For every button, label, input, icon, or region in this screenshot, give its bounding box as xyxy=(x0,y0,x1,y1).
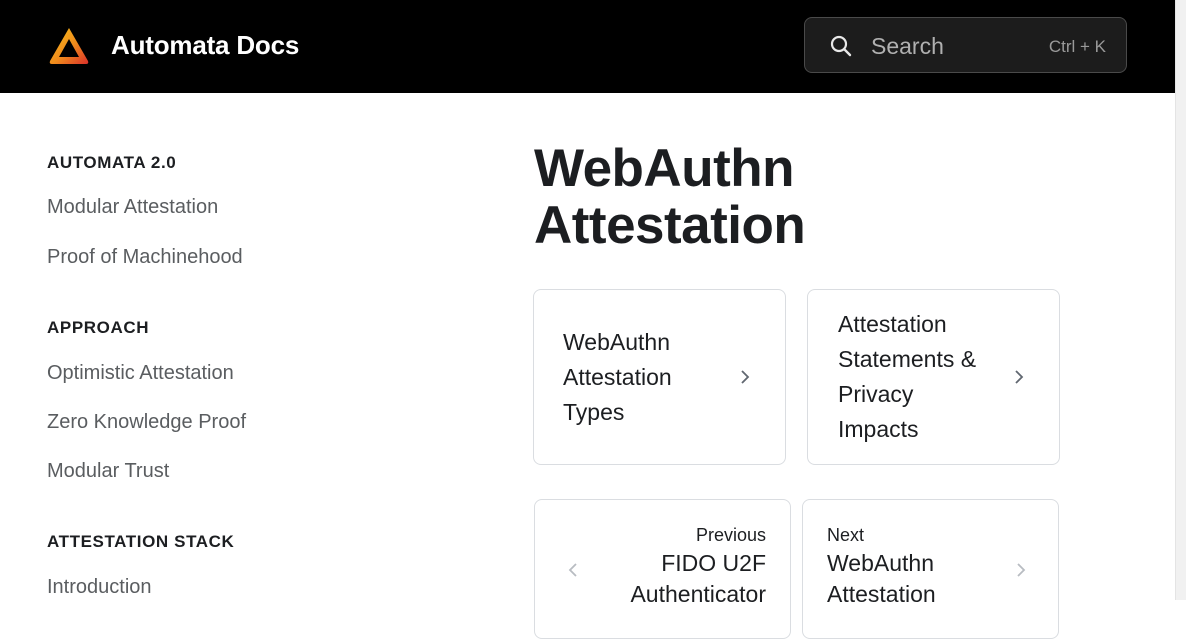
site-title[interactable]: Automata Docs xyxy=(111,28,299,62)
chevron-right-icon xyxy=(1015,370,1024,384)
chevron-right-icon xyxy=(1017,563,1026,577)
card-title-line: Types xyxy=(563,399,625,425)
pagination-title-line: Attestation xyxy=(827,581,936,607)
search-icon xyxy=(830,35,852,57)
search-placeholder: Search xyxy=(871,33,944,59)
sidebar-section-title: APPROACH xyxy=(47,318,150,337)
pagination-label: Next xyxy=(827,525,865,545)
pagination-title-line: FIDO U2F xyxy=(661,550,766,576)
automata-logo-icon[interactable] xyxy=(47,25,91,67)
search-shortcut-hint: Ctrl + K xyxy=(1048,37,1106,56)
doc-card-attestation-statements[interactable]: Attestation Statements & Privacy Impacts xyxy=(807,289,1060,465)
pagination-next-link[interactable]: Next WebAuthn Attestation xyxy=(802,499,1059,639)
sidebar-item-introduction[interactable]: Introduction xyxy=(47,575,152,599)
sidebar-item-proof-of-machinehood[interactable]: Proof of Machinehood xyxy=(47,245,243,269)
sidebar-item-modular-attestation[interactable]: Modular Attestation xyxy=(47,195,218,219)
doc-card-webauthn-attestation-types[interactable]: WebAuthn Attestation Types xyxy=(533,289,786,465)
sidebar-section-title: ATTESTATION STACK xyxy=(47,532,235,551)
page-title-line: Attestation xyxy=(534,196,806,255)
pagination-label: Previous xyxy=(695,525,766,545)
pagination-title: WebAuthn Attestation xyxy=(827,548,936,610)
sidebar-item-zero-knowledge-proof[interactable]: Zero Knowledge Proof xyxy=(47,410,246,434)
card-title-line: Attestation xyxy=(563,364,672,390)
chevron-left-icon xyxy=(568,563,577,577)
card-title: WebAuthn Attestation Types xyxy=(563,325,672,430)
pagination-title: FIDO U2F Authenticator xyxy=(630,548,766,610)
top-navbar: Automata Docs Search Ctrl + K xyxy=(0,0,1175,93)
sidebar-item-modular-trust[interactable]: Modular Trust xyxy=(47,459,169,483)
card-title-line: Statements & xyxy=(838,346,977,372)
card-title-line: Attestation xyxy=(838,311,947,337)
card-title-line: WebAuthn xyxy=(563,329,670,355)
search-button[interactable]: Search Ctrl + K xyxy=(804,17,1127,73)
chevron-right-icon xyxy=(741,370,750,384)
card-title: Attestation Statements & Privacy Impacts xyxy=(838,307,976,447)
page-title: WebAuthn Attestation xyxy=(534,140,954,254)
pagination-title-line: WebAuthn xyxy=(827,550,934,576)
card-title-line: Privacy xyxy=(838,381,914,407)
pagination-previous-link[interactable]: Previous FIDO U2F Authenticator xyxy=(534,499,791,639)
page-scrollbar[interactable] xyxy=(1175,0,1186,600)
sidebar-item-optimistic-attestation[interactable]: Optimistic Attestation xyxy=(47,361,234,385)
page-title-line: WebAuthn xyxy=(534,139,794,198)
card-title-line: Impacts xyxy=(838,416,919,442)
pagination-title-line: Authenticator xyxy=(630,581,766,607)
sidebar-section-title: AUTOMATA 2.0 xyxy=(47,153,177,172)
